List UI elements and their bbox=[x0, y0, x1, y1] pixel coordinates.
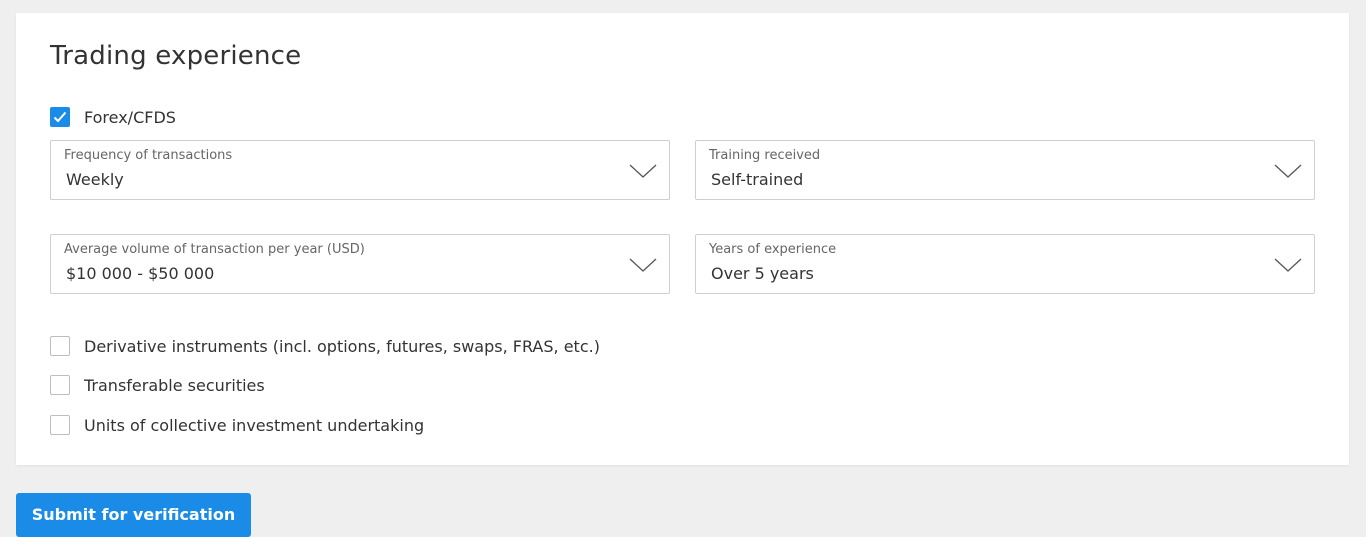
frequency-select-value: Weekly bbox=[66, 170, 124, 189]
collective-investment-checkbox-row[interactable]: Units of collective investment undertaki… bbox=[50, 414, 424, 436]
years-select-value: Over 5 years bbox=[711, 264, 814, 283]
volume-select[interactable]: Average volume of transaction per year (… bbox=[50, 234, 670, 294]
chevron-down-icon bbox=[629, 258, 657, 272]
years-select-label: Years of experience bbox=[709, 242, 837, 257]
transferable-securities-checkbox-row[interactable]: Transferable securities bbox=[50, 374, 265, 396]
training-select-value: Self-trained bbox=[711, 170, 804, 189]
section-title: Trading experience bbox=[50, 41, 302, 71]
training-select-label: Training received bbox=[709, 148, 821, 163]
transferable-securities-checkbox[interactable] bbox=[50, 375, 70, 395]
frequency-select-label: Frequency of transactions bbox=[64, 148, 233, 163]
frequency-select[interactable]: Frequency of transactions Weekly bbox=[50, 140, 670, 200]
volume-select-label: Average volume of transaction per year (… bbox=[64, 242, 365, 257]
derivative-instruments-checkbox[interactable] bbox=[50, 336, 70, 356]
transferable-securities-label: Transferable securities bbox=[84, 375, 265, 395]
collective-investment-label: Units of collective investment undertaki… bbox=[84, 415, 425, 435]
chevron-down-icon bbox=[629, 164, 657, 178]
chevron-down-icon bbox=[1274, 258, 1302, 272]
years-select[interactable]: Years of experience Over 5 years bbox=[695, 234, 1315, 294]
forex-cfds-checkbox-row[interactable]: Forex/CFDS bbox=[50, 106, 176, 128]
chevron-down-icon bbox=[1274, 164, 1302, 178]
trading-experience-card: Trading experience Forex/CFDS Frequency … bbox=[16, 13, 1349, 465]
training-select[interactable]: Training received Self-trained bbox=[695, 140, 1315, 200]
collective-investment-checkbox[interactable] bbox=[50, 415, 70, 435]
submit-for-verification-button[interactable]: Submit for verification bbox=[16, 493, 251, 537]
forex-cfds-checkbox[interactable] bbox=[50, 107, 70, 127]
volume-select-value: $10 000 - $50 000 bbox=[66, 264, 215, 283]
forex-cfds-label: Forex/CFDS bbox=[84, 107, 176, 127]
derivative-instruments-checkbox-row[interactable]: Derivative instruments (incl. options, f… bbox=[50, 335, 600, 357]
checkmark-icon bbox=[53, 111, 67, 123]
derivative-instruments-label: Derivative instruments (incl. options, f… bbox=[84, 336, 600, 356]
